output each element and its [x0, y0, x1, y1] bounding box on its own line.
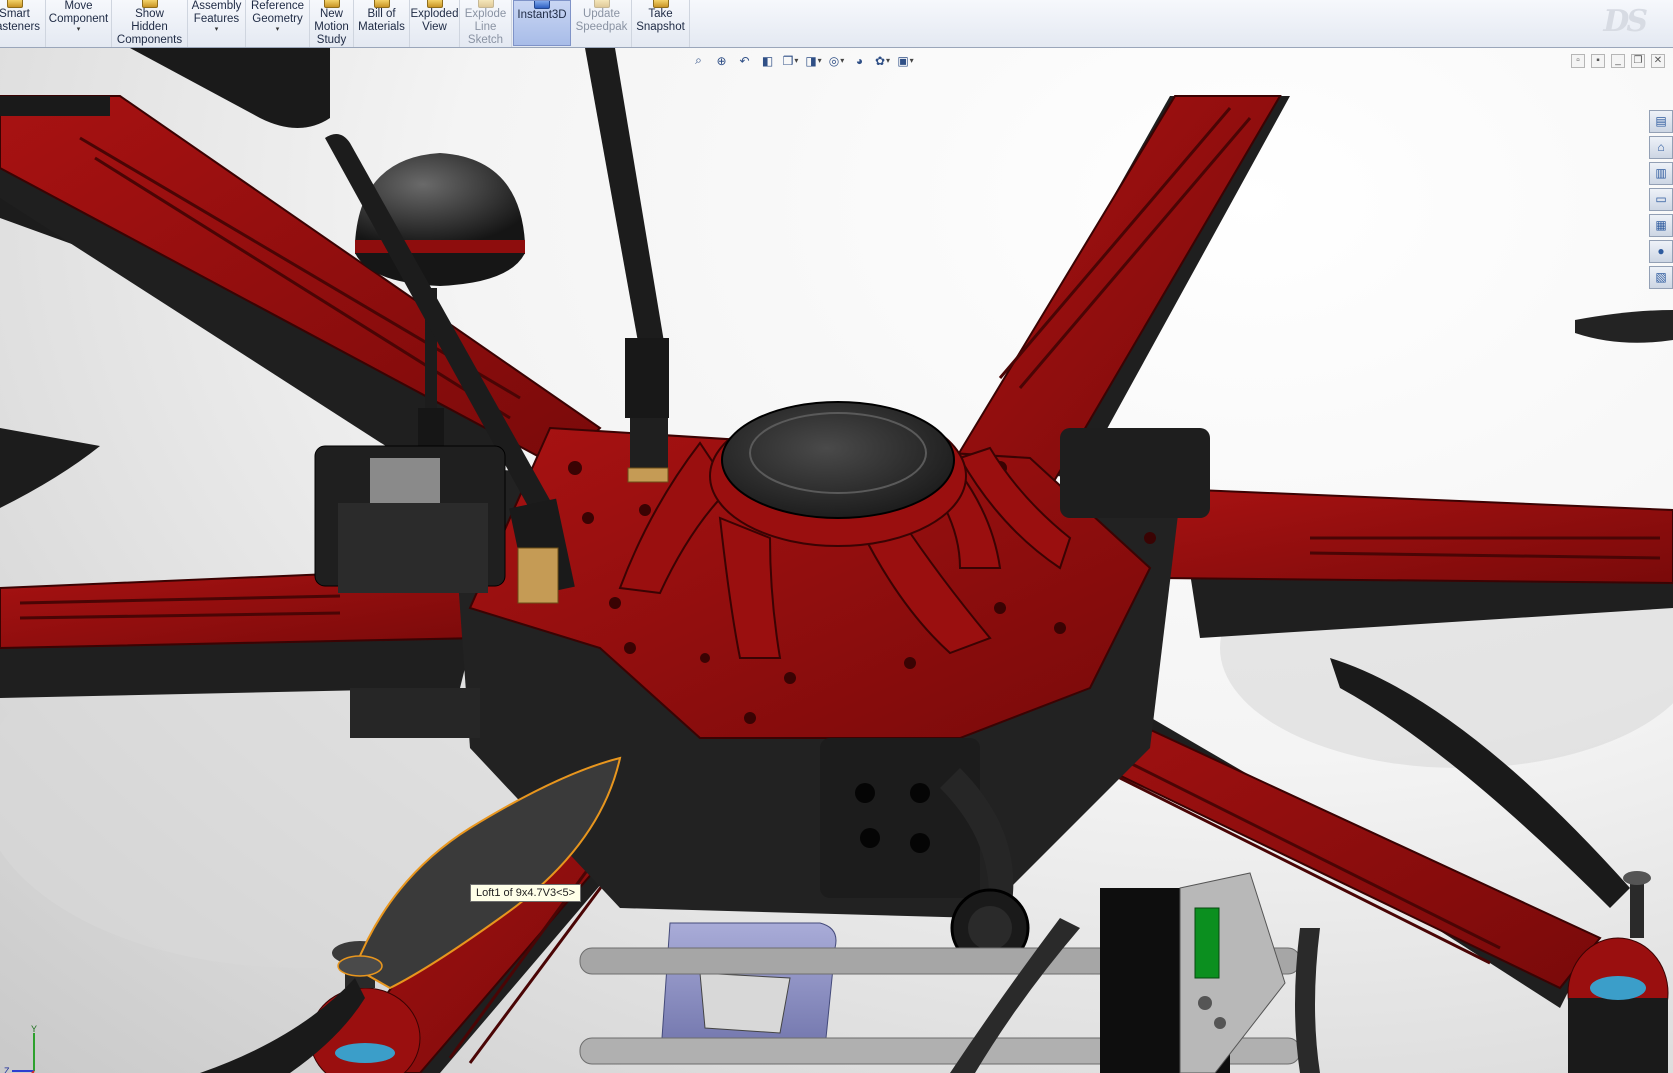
view-orientation-icon[interactable]: ❒ — [782, 53, 799, 68]
restore-icon[interactable]: ❐ — [1631, 54, 1645, 68]
propeller-blade[interactable] — [1575, 310, 1673, 343]
file-explorer-icon[interactable]: ▭ — [1649, 188, 1673, 211]
tile-alt-icon[interactable]: ▪ — [1591, 54, 1605, 68]
assembly-features-dropdown-icon[interactable]: ▾ — [215, 26, 219, 34]
move-component-dropdown-icon[interactable]: ▾ — [77, 26, 81, 34]
hide-show-items-icon[interactable]: ◎ — [828, 53, 845, 68]
triad-z-label: Z — [4, 1066, 10, 1073]
reference-geometry-dropdown-icon[interactable]: ▾ — [276, 26, 280, 34]
heads-up-view-toolbar: ⌕ ⊕ ↶ ◧ ❒ ◨ ◎ ◕ ✿ ▣ — [690, 53, 914, 68]
zoom-to-area-icon[interactable]: ⊕ — [713, 53, 730, 68]
graphics-area[interactable]: ⌕ ⊕ ↶ ◧ ❒ ◨ ◎ ◕ ✿ ▣ ▫ ▪ _ ❐ ✕ ▤ ⌂ ▥ ▭ ▦ … — [0, 48, 1673, 1073]
exploded-view-icon — [426, 0, 443, 8]
close-icon[interactable]: ✕ — [1651, 54, 1665, 68]
selection-tooltip: Loft1 of 9x4.7V3<5> — [470, 884, 582, 902]
home-icon[interactable]: ⌂ — [1649, 136, 1673, 159]
bill-of-materials-icon — [373, 0, 390, 8]
triad-y-label: Y — [31, 1024, 37, 1034]
new-motion-study-button[interactable]: New Motion Study — [310, 0, 354, 47]
motor[interactable] — [0, 96, 110, 116]
view-palette-icon[interactable]: ▦ — [1649, 214, 1673, 237]
esc-module — [1060, 428, 1210, 518]
assembly-features-button[interactable]: Assembly Features ▾ — [188, 0, 246, 47]
custom-properties-icon[interactable]: ▧ — [1649, 266, 1673, 289]
propeller-hub — [337, 955, 383, 977]
command-manager-ribbon: Smart Fasteners Move Component▾ Show Hid… — [0, 0, 1673, 48]
display-style-icon[interactable]: ◨ — [805, 53, 822, 68]
view-settings-icon[interactable]: ▣ — [897, 53, 914, 68]
section-view-icon[interactable]: ◧ — [759, 53, 776, 68]
reference-geometry-button[interactable]: Reference Geometry ▾ — [246, 0, 310, 47]
exploded-view-button[interactable]: Exploded View — [410, 0, 460, 47]
instant3d-button[interactable]: Instant3D — [513, 0, 571, 46]
smart-fasteners-icon — [6, 0, 23, 8]
task-pane-tabs: ▤ ⌂ ▥ ▭ ▦ ● ▧ — [1649, 110, 1673, 289]
instant3d-icon — [534, 1, 550, 9]
show-hidden-components-icon — [141, 0, 158, 8]
dassault-logo: DS — [1603, 4, 1648, 39]
update-speedpak-icon — [593, 0, 610, 8]
propeller-blade[interactable] — [130, 48, 330, 128]
zoom-to-fit-icon[interactable]: ⌕ — [690, 53, 707, 68]
explode-line-sketch-icon — [477, 0, 494, 8]
gps-puck[interactable] — [709, 401, 967, 547]
design-library-icon[interactable]: ▥ — [1649, 162, 1673, 185]
update-speedpak-button[interactable]: Update Speedpak — [572, 0, 632, 47]
move-component-button[interactable]: Move Component ▾ — [46, 0, 112, 47]
new-motion-study-icon — [323, 0, 340, 8]
drone-assembly-model[interactable] — [0, 48, 1673, 1073]
solidworks-resources-icon[interactable]: ▤ — [1649, 110, 1673, 133]
minimize-icon[interactable]: _ — [1611, 54, 1625, 68]
document-window-controls: ▫ ▪ _ ❐ ✕ — [1571, 54, 1665, 68]
apply-scene-icon[interactable]: ✿ — [874, 53, 891, 68]
propeller-blade[interactable] — [0, 428, 100, 508]
previous-view-icon[interactable]: ↶ — [736, 53, 753, 68]
explode-line-sketch-button[interactable]: Explode Line Sketch — [460, 0, 512, 47]
appearances-scenes-icon[interactable]: ● — [1649, 240, 1673, 263]
take-snapshot-icon — [652, 0, 669, 8]
reference-triad: Y Z X — [4, 1024, 37, 1073]
edit-appearance-icon[interactable]: ◕ — [851, 53, 868, 68]
bill-of-materials-button[interactable]: Bill of Materials — [354, 0, 410, 47]
show-hidden-components-button[interactable]: Show Hidden Components — [112, 0, 188, 47]
motor[interactable] — [1567, 871, 1669, 1073]
take-snapshot-button[interactable]: Take Snapshot — [632, 0, 690, 47]
tile-icon[interactable]: ▫ — [1571, 54, 1585, 68]
smart-fasteners-button[interactable]: Smart Fasteners — [0, 0, 46, 47]
